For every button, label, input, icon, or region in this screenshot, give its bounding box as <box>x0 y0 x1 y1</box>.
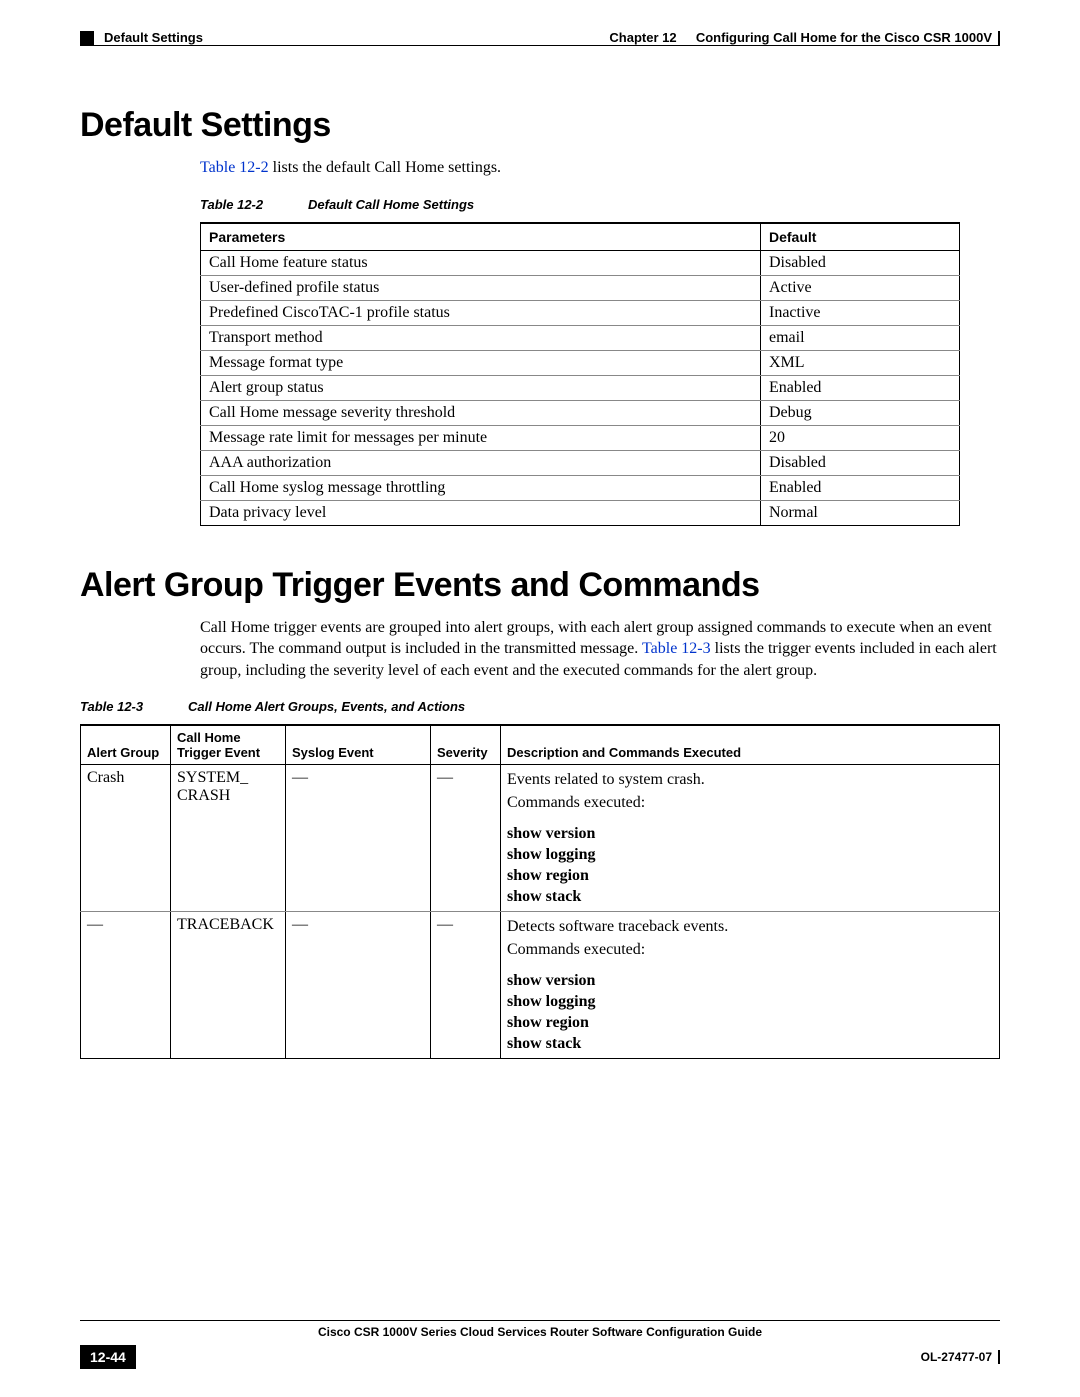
table-row: AAA authorizationDisabled <box>201 450 960 475</box>
table-row: Message rate limit for messages per minu… <box>201 425 960 450</box>
col-trigger-event: Call Home Trigger Event <box>171 725 286 765</box>
table-row: Alert group statusEnabled <box>201 375 960 400</box>
table-12-3-caption: Table 12-3Call Home Alert Groups, Events… <box>80 699 1000 714</box>
table-row: Call Home message severity thresholdDebu… <box>201 400 960 425</box>
table-row: User-defined profile statusActive <box>201 275 960 300</box>
table-row: Message format typeXML <box>201 350 960 375</box>
header-section: Default Settings <box>104 30 203 45</box>
footer-bar-icon <box>998 1350 1000 1364</box>
table-12-3-link[interactable]: Table 12-3 <box>642 640 711 657</box>
col-parameters: Parameters <box>201 223 761 251</box>
table-default-settings: Parameters Default Call Home feature sta… <box>200 222 960 526</box>
table-12-2-caption: Table 12-2Default Call Home Settings <box>200 197 1000 212</box>
table-row: — TRACEBACK — — Detects software traceba… <box>81 912 1000 1059</box>
table-row: Transport methodemail <box>201 325 960 350</box>
page-header: Default Settings Chapter 12 Configuring … <box>80 30 1000 45</box>
table-12-2-link[interactable]: Table 12-2 <box>200 159 269 176</box>
page-footer: Cisco CSR 1000V Series Cloud Services Ro… <box>80 1320 1000 1369</box>
table-row: Predefined CiscoTAC-1 profile statusInac… <box>201 300 960 325</box>
doc-id: OL-27477-07 <box>921 1350 992 1364</box>
footer-guide-title: Cisco CSR 1000V Series Cloud Services Ro… <box>80 1325 1000 1339</box>
heading-default-settings: Default Settings <box>80 106 1000 145</box>
col-severity: Severity <box>431 725 501 765</box>
page-number-badge: 12-44 <box>80 1345 136 1369</box>
header-bullet-icon <box>80 31 94 45</box>
table-alert-groups: Alert Group Call Home Trigger Event Sysl… <box>80 724 1000 1059</box>
intro-paragraph-2: Call Home trigger events are grouped int… <box>200 617 1000 682</box>
header-chapter-label: Chapter 12 <box>609 30 676 45</box>
col-alert-group: Alert Group <box>81 725 171 765</box>
col-description: Description and Commands Executed <box>501 725 1000 765</box>
table-row: Call Home syslog message throttlingEnabl… <box>201 475 960 500</box>
table-row: Crash SYSTEM_CRASH — — Events related to… <box>81 765 1000 912</box>
table-row: Call Home feature statusDisabled <box>201 250 960 275</box>
intro-paragraph-1: Table 12-2 lists the default Call Home s… <box>200 157 1000 179</box>
heading-alert-group: Alert Group Trigger Events and Commands <box>80 566 1000 605</box>
col-default: Default <box>761 223 960 251</box>
header-bar-icon <box>998 31 1000 45</box>
header-chapter-title: Configuring Call Home for the Cisco CSR … <box>696 30 992 45</box>
table-row: Data privacy levelNormal <box>201 500 960 525</box>
col-syslog-event: Syslog Event <box>286 725 431 765</box>
